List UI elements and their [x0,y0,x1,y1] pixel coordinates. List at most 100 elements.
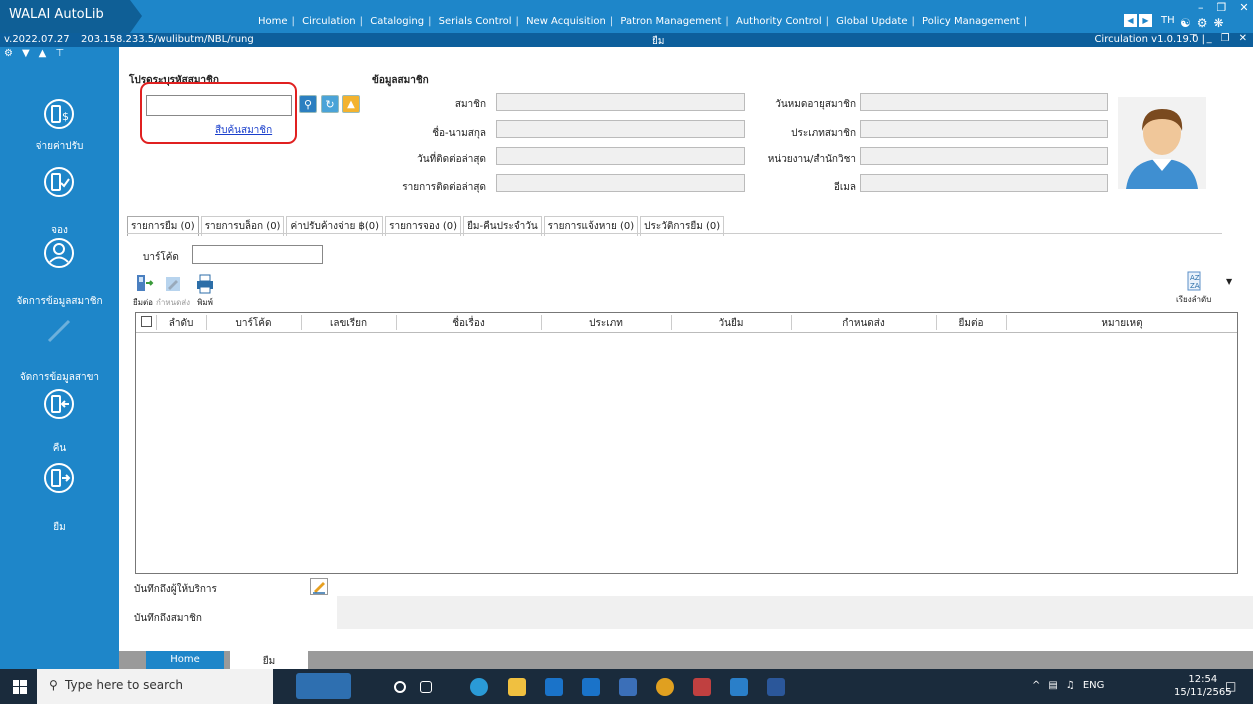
menu-separator: | [609,16,614,27]
col-remark[interactable]: หมายเหตุ [1006,316,1238,331]
user-icon[interactable]: ☯ [1180,16,1191,30]
chevron-down-icon[interactable]: ▼ [22,48,30,59]
restore-icon[interactable]: ❐ [1221,33,1230,44]
menu-home[interactable]: Home [258,16,288,27]
language-indicator[interactable]: TH [1161,15,1175,26]
pin-icon[interactable]: ⊤ [1189,33,1198,44]
menu-new-acquisition[interactable]: New Acquisition [526,16,606,27]
print-button[interactable]: พิมพ์ [194,274,216,309]
arrow-left-icon[interactable]: ◀ [1124,14,1137,27]
menu-circulation[interactable]: Circulation [302,16,356,27]
sidebar-label: ยืม [53,522,66,533]
task-view-icon[interactable] [420,681,432,693]
select-all-checkbox[interactable] [141,316,152,327]
pdf-app-icon[interactable] [693,678,711,696]
mail-icon[interactable] [582,678,600,696]
server-path: 203.158.233.5/wulibutm/NBL/rung [81,34,254,45]
windows-taskbar: ⚲ Type here to search ^ ▤ ♫ ENG 12:54 15… [0,669,1253,704]
windows-start-icon[interactable] [13,680,27,694]
pencil-icon [313,582,325,594]
col-title[interactable]: ชื่อเรื่อง [396,316,541,331]
word-icon[interactable] [767,678,785,696]
file-explorer-icon[interactable] [508,678,526,696]
chevron-up-icon[interactable]: ^ [1032,680,1040,691]
col-borrow-date[interactable]: วันยืม [671,316,791,331]
sidebar-label: จัดการข้อมูลสาขา [19,372,100,383]
expiry-field [860,93,1108,111]
menu-cataloging[interactable]: Cataloging [370,16,424,27]
notification-icon[interactable]: □ [1225,679,1236,693]
sort-label: เรียงลำดับ [1176,295,1212,304]
svg-text:ZA: ZA [1190,282,1200,290]
sort-button[interactable]: AZ ZA เรียงลำดับ [1176,271,1211,306]
due-date-button[interactable]: กำหนดส่ง [156,274,190,309]
chevron-up-icon[interactable]: ▲ [39,48,47,59]
menu-global-update[interactable]: Global Update [836,16,907,27]
app-version: v.2022.07.27 [4,34,70,45]
sidebar-label: จัดการข้อมูลสมาชิก [16,296,103,307]
sidebar-label: จ่ายค่าปรับ [35,141,84,152]
document-tabs-spacer [0,651,119,669]
autolib-app-icon[interactable] [730,678,748,696]
member-info-title: ข้อมูลสมาชิก [372,75,429,86]
volume-icon[interactable]: ♫ [1066,680,1075,691]
chrome-icon[interactable] [656,678,674,696]
window-controls: – ❐ ✕ [1198,1,1249,14]
weather-widget-icon[interactable] [296,673,351,699]
last-contact-item-field [496,174,745,192]
minimize-icon[interactable]: _ [1207,33,1212,44]
menu-patron-management[interactable]: Patron Management [620,16,721,27]
pin-icon[interactable]: ⊤ [55,48,64,59]
app-name: WALAI AutoLib [9,7,104,22]
store-icon[interactable] [545,678,563,696]
gear-icon[interactable]: ⚙ [4,48,13,59]
expiry-label: วันหมดอายุสมาชิก [775,99,856,110]
fine-payment-icon: $ [44,99,74,129]
document-tabs-bar: Home ยืม [0,651,1253,669]
app-icon[interactable] [619,678,637,696]
menu-authority-control[interactable]: Authority Control [736,16,822,27]
col-type[interactable]: ประเภท [541,316,671,331]
network-icon[interactable]: ▤ [1048,680,1057,691]
cortana-icon[interactable] [394,681,406,693]
col-call-number[interactable]: เลขเรียก [301,316,396,331]
member-field [496,93,745,111]
tray-lang[interactable]: ENG [1083,680,1105,691]
col-renew[interactable]: ยืมต่อ [936,316,1006,331]
refresh-button[interactable]: ↻ [321,95,339,113]
settings-icon[interactable]: ❋ [1214,16,1224,30]
reserve-icon [44,167,74,197]
close-icon[interactable]: ✕ [1239,1,1248,14]
menu-serials-control[interactable]: Serials Control [439,16,512,27]
sidebar-tools: ⚙ ▼ ▲ ⊤ [4,48,64,59]
card-button[interactable]: ▲ [342,95,360,113]
barcode-input[interactable] [192,245,323,264]
clock[interactable]: 12:54 15/11/2565 [1174,673,1232,699]
menu-scroll-arrows: ◀ ▶ [1124,14,1152,27]
edit-note-button[interactable] [310,578,328,595]
search-button[interactable]: ⚲ [299,95,317,113]
close-icon[interactable]: ✕ [1239,33,1247,44]
col-barcode[interactable]: บาร์โค้ด [206,316,301,331]
app-window: WALAI AutoLib Home | Circulation | Catalog… [0,0,1253,704]
taskbar-search[interactable]: ⚲ Type here to search [37,669,273,704]
edge-icon[interactable] [470,678,488,696]
last-contact-date-label: วันที่ติดต่อล่าสุด [417,154,486,165]
note-area[interactable] [337,596,1253,629]
barcode-label: บาร์โค้ด [143,252,179,263]
doc-tab-borrow[interactable]: ยืม [230,651,308,669]
renew-button[interactable]: ยืมต่อ [132,274,154,309]
doc-tab-home[interactable]: Home [146,651,224,669]
col-sequence[interactable]: ลำดับ [156,316,206,331]
chevron-down-icon[interactable]: ▼ [1226,277,1232,286]
arrow-right-icon[interactable]: ▶ [1139,14,1152,27]
maximize-icon[interactable]: ❐ [1217,1,1227,14]
member-manage-icon [44,238,74,268]
clock-date: 15/11/2565 [1174,687,1232,698]
col-due-date[interactable]: กำหนดส่ง [791,316,936,331]
gear-icon[interactable]: ⚙ [1197,16,1208,30]
sidebar-label: จอง [51,225,68,236]
menu-policy-management[interactable]: Policy Management [922,16,1020,27]
renew-label: ยืมต่อ [133,298,153,307]
minimize-icon[interactable]: – [1198,1,1204,14]
